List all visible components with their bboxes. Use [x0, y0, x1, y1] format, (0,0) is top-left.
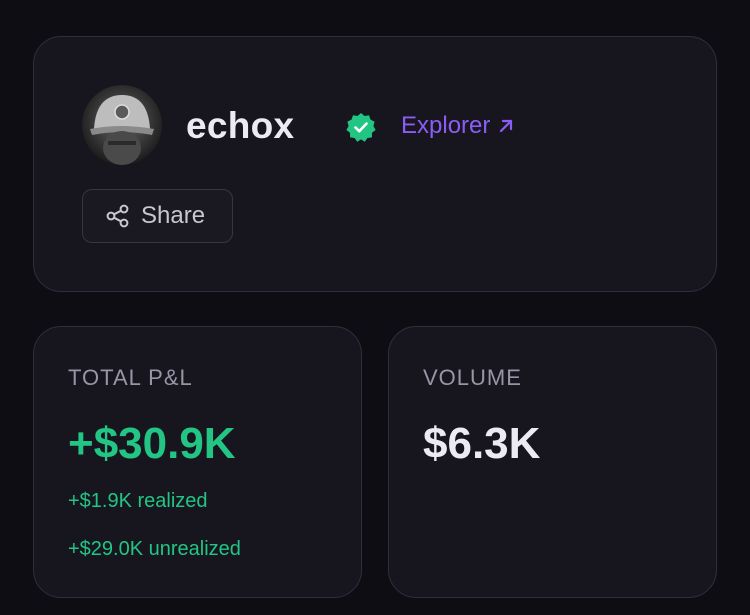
username: echox	[186, 105, 295, 146]
avatar-image	[82, 85, 162, 165]
explorer-label: Explorer	[401, 112, 491, 139]
pnl-realized: +$1.9K realized	[68, 490, 208, 512]
profile-card: echox Explorer Share	[33, 36, 717, 292]
share-label: Share	[141, 202, 206, 229]
explorer-link[interactable]: Explorer	[401, 112, 516, 140]
share-icon	[106, 204, 129, 228]
share-button[interactable]: Share	[82, 189, 233, 243]
pnl-value: +$30.9K	[68, 419, 236, 468]
pnl-label: TOTAL P&L	[68, 365, 193, 390]
volume-label: VOLUME	[423, 365, 522, 390]
total-pnl-card: TOTAL P&L +$30.9K +$1.9K realized +$29.0…	[33, 326, 362, 598]
volume-card: VOLUME $6.3K	[388, 326, 717, 598]
volume-value: $6.3K	[423, 419, 541, 468]
avatar[interactable]	[82, 85, 162, 165]
pnl-unrealized: +$29.0K unrealized	[68, 538, 241, 560]
arrow-up-right-icon	[500, 119, 513, 133]
verified-badge-icon	[346, 113, 376, 142]
